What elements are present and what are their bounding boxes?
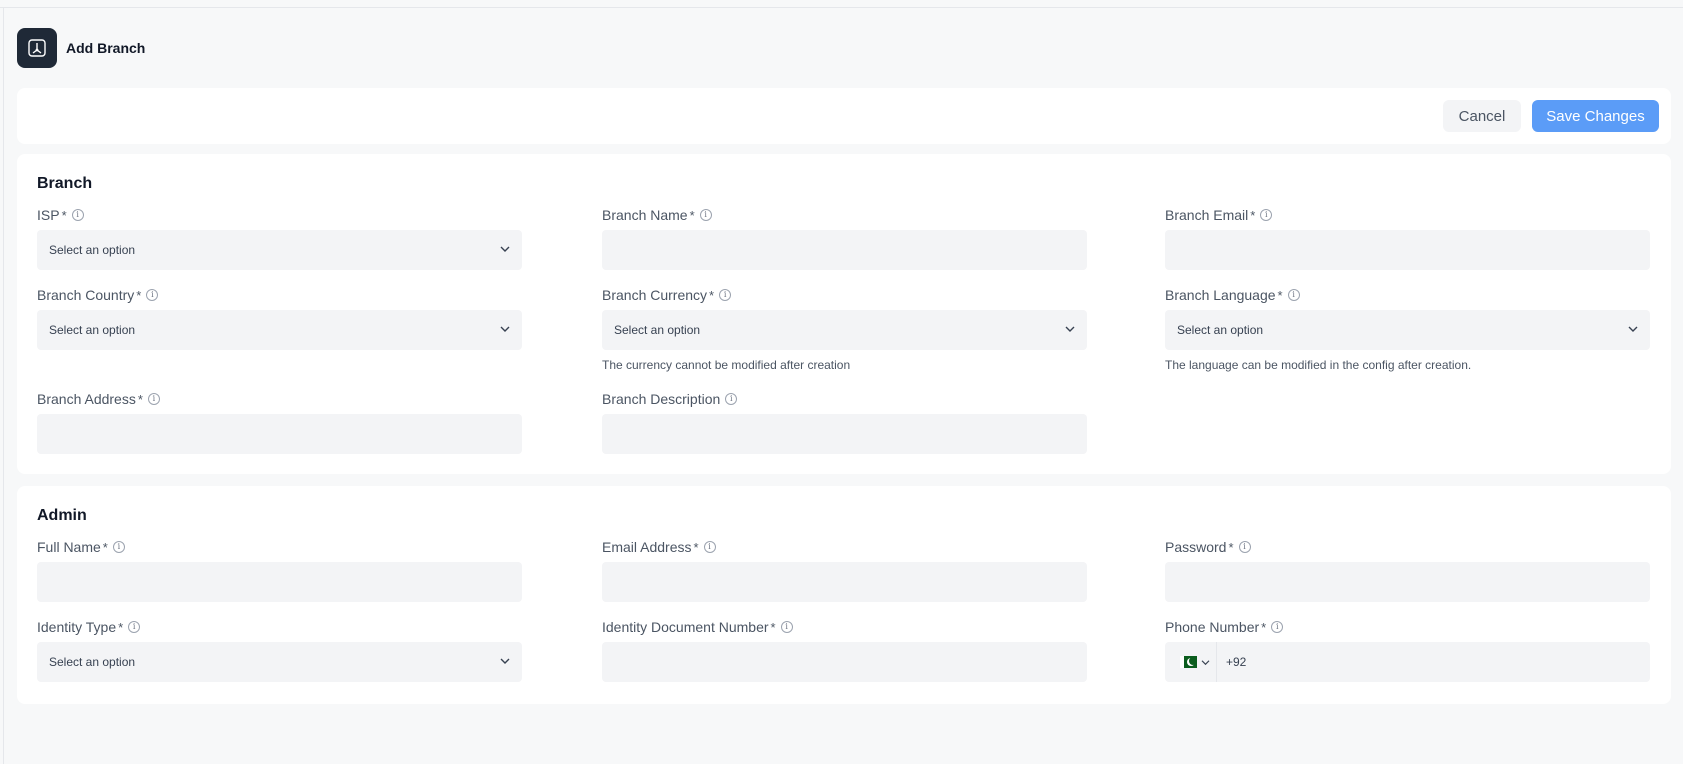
- chevron-down-icon: [1201, 659, 1210, 665]
- branch-currency-label: Branch Currency: [602, 287, 708, 303]
- isp-select[interactable]: Select an option: [37, 230, 522, 270]
- branch-email-label: Branch Email: [1165, 207, 1249, 223]
- chevron-down-icon: [500, 658, 510, 664]
- cancel-button[interactable]: Cancel: [1443, 100, 1521, 132]
- email-address-field: Email Address * i: [602, 538, 1087, 602]
- info-icon[interactable]: i: [147, 393, 160, 405]
- branch-email-input[interactable]: [1165, 230, 1650, 270]
- required-marker: *: [118, 619, 124, 635]
- currency-helper-text: The currency cannot be modified after cr…: [602, 358, 851, 372]
- branch-address-field: Branch Address * i: [37, 390, 522, 454]
- info-icon[interactable]: i: [146, 289, 159, 301]
- required-marker: *: [1277, 287, 1283, 303]
- identity-document-number-field: Identity Document Number * i: [602, 618, 1087, 682]
- required-marker: *: [61, 207, 67, 223]
- select-value: Select an option: [49, 243, 136, 257]
- branch-description-label: Branch Description: [602, 391, 721, 407]
- info-icon[interactable]: i: [699, 209, 712, 221]
- password-label: Password: [1165, 539, 1227, 555]
- section-title-admin: Admin: [37, 507, 87, 524]
- branch-country-field: Branch Country * i Select an option: [37, 286, 522, 350]
- top-bar: [0, 0, 1683, 8]
- info-icon[interactable]: i: [128, 621, 141, 633]
- branch-name-input[interactable]: [602, 230, 1087, 270]
- branch-currency-field: Branch Currency * i Select an option The…: [602, 286, 1087, 372]
- identity-type-field: Identity Type * i Select an option: [37, 618, 522, 682]
- full-name-label: Full Name: [37, 539, 101, 555]
- page-title: Add Branch: [66, 40, 146, 56]
- branch-name-label: Branch Name: [602, 207, 688, 223]
- phone-number-label: Phone Number: [1165, 619, 1260, 635]
- branch-description-field: Branch Description i: [602, 390, 1087, 454]
- branch-language-select[interactable]: Select an option: [1165, 310, 1650, 350]
- chevron-down-icon: [500, 246, 510, 252]
- page-header: Add Branch: [17, 28, 145, 68]
- email-address-label: Email Address: [602, 539, 692, 555]
- required-marker: *: [689, 207, 695, 223]
- isp-label: ISP: [37, 207, 60, 223]
- email-address-input[interactable]: [602, 562, 1087, 602]
- branch-icon: [17, 28, 57, 68]
- full-name-input[interactable]: [37, 562, 522, 602]
- info-icon[interactable]: i: [71, 209, 84, 221]
- password-field: Password * i: [1165, 538, 1650, 602]
- info-icon[interactable]: i: [1287, 289, 1300, 301]
- identity-type-select[interactable]: Select an option: [37, 642, 522, 682]
- select-value: Select an option: [1177, 323, 1264, 337]
- select-value: Select an option: [49, 655, 136, 669]
- required-marker: *: [693, 539, 699, 555]
- required-marker: *: [102, 539, 108, 555]
- required-marker: *: [137, 391, 143, 407]
- identity-type-label: Identity Type: [37, 619, 117, 635]
- info-icon[interactable]: i: [780, 621, 793, 633]
- required-marker: *: [709, 287, 715, 303]
- info-icon[interactable]: i: [725, 393, 738, 405]
- pakistan-flag-icon: [1180, 656, 1197, 668]
- branch-country-select[interactable]: Select an option: [37, 310, 522, 350]
- chevron-down-icon: [500, 326, 510, 332]
- identity-document-number-label: Identity Document Number: [602, 619, 769, 635]
- language-helper-text: The language can be modified in the conf…: [1165, 358, 1472, 372]
- select-value: Select an option: [49, 323, 136, 337]
- info-icon[interactable]: i: [703, 541, 716, 553]
- save-changes-button[interactable]: Save Changes: [1532, 100, 1659, 132]
- info-icon[interactable]: i: [719, 289, 732, 301]
- required-marker: *: [770, 619, 776, 635]
- info-icon[interactable]: i: [112, 541, 125, 553]
- action-bar: Cancel Save Changes: [17, 88, 1671, 144]
- phone-dial-code[interactable]: +92: [1217, 655, 1246, 669]
- phone-number-field: Phone Number * i +92: [1165, 618, 1650, 682]
- branch-language-label: Branch Language: [1165, 287, 1276, 303]
- admin-section: Admin Full Name * i Email Address * i Pa…: [17, 486, 1671, 704]
- info-icon[interactable]: i: [1260, 209, 1273, 221]
- full-name-field: Full Name * i: [37, 538, 522, 602]
- required-marker: *: [1261, 619, 1267, 635]
- required-marker: *: [1228, 539, 1234, 555]
- sidebar-edge: [3, 8, 4, 764]
- branch-language-field: Branch Language * i Select an option The…: [1165, 286, 1650, 372]
- info-icon[interactable]: i: [1271, 621, 1284, 633]
- branch-section: Branch ISP * i Select an option Branch N…: [17, 154, 1671, 474]
- select-value: Select an option: [614, 323, 701, 337]
- branch-address-input[interactable]: [37, 414, 522, 454]
- branch-name-field: Branch Name * i: [602, 206, 1087, 270]
- section-title-branch: Branch: [37, 175, 93, 192]
- branch-country-label: Branch Country: [37, 287, 135, 303]
- password-input[interactable]: [1165, 562, 1650, 602]
- chevron-down-icon: [1065, 326, 1075, 332]
- chevron-down-icon: [1628, 326, 1638, 332]
- info-icon[interactable]: i: [1238, 541, 1251, 553]
- identity-document-number-input[interactable]: [602, 642, 1087, 682]
- branch-email-field: Branch Email * i: [1165, 206, 1650, 270]
- country-code-selector[interactable]: [1165, 642, 1217, 682]
- phone-number-input: +92: [1165, 642, 1650, 682]
- required-marker: *: [1250, 207, 1256, 223]
- branch-address-label: Branch Address: [37, 391, 136, 407]
- isp-field: ISP * i Select an option: [37, 206, 522, 270]
- branch-currency-select[interactable]: Select an option: [602, 310, 1087, 350]
- required-marker: *: [136, 287, 142, 303]
- branch-description-input[interactable]: [602, 414, 1087, 454]
